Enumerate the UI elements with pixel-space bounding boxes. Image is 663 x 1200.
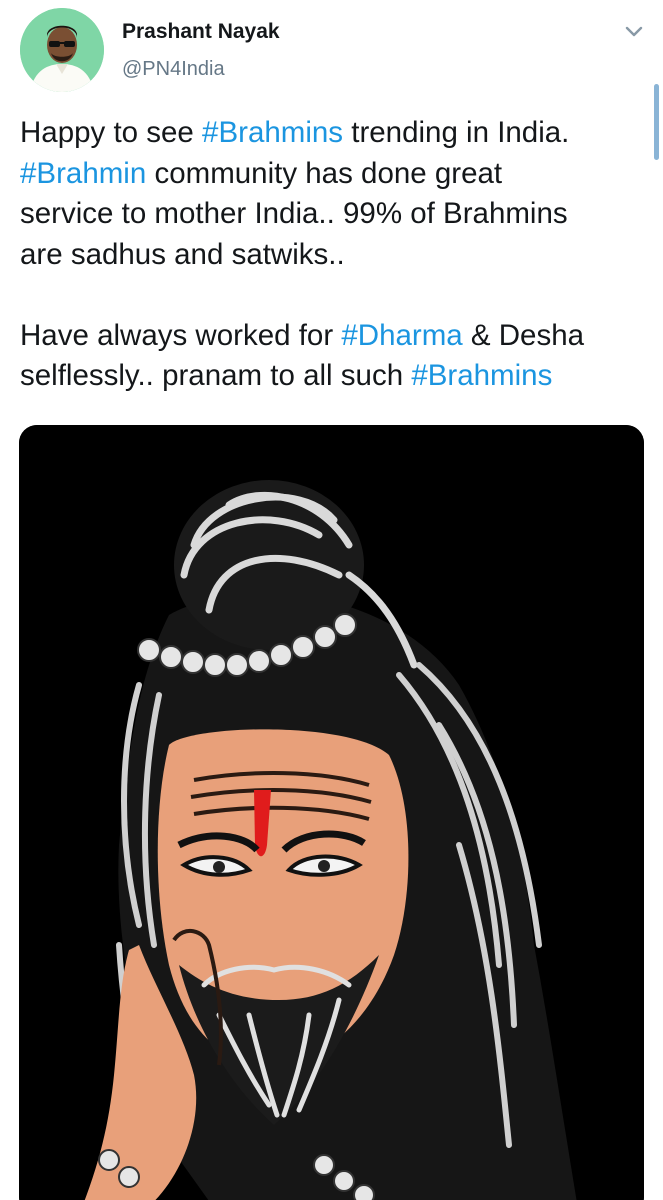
paragraph-break [20,275,648,316]
tweet-text-span: selflessly.. pranam to all such [20,359,412,392]
tweet-text: Happy to see #Brahmins trending in India… [20,113,648,397]
tweet-text-line: Have always worked for #Dharma & Desha [20,316,648,357]
hashtag-link[interactable]: #Brahmins [411,359,552,392]
chevron-down-icon [625,26,643,37]
tweet-text-span: trending in India. [343,116,570,149]
tweet-text-span: community has done great [146,156,503,190]
tweet-text-line: #Brahmin community has done great [20,154,648,195]
tweet-text-span: & Desha [462,318,585,352]
tweet-media-image[interactable] [19,425,644,1200]
tweet-text-line: service to mother India.. 99% of Brahmin… [20,194,648,235]
avatar-image [20,8,104,92]
tweet-text-line: selflessly.. pranam to all such #Brahmin… [20,356,648,397]
sadhu-illustration [19,425,644,1200]
author-name[interactable]: Prashant Nayak [122,20,280,44]
tweet-text-line: Happy to see #Brahmins trending in India… [20,113,648,154]
tweet: Prashant Nayak @PN4India Happy to see #B… [0,0,663,1200]
tweet-text-span: Have always worked for [20,318,342,352]
hashtag-link[interactable]: #Brahmins [202,116,343,149]
hashtag-link[interactable]: #Dharma [341,319,462,352]
tweet-text-line: are sadhus and satwiks.. [20,235,648,276]
hashtag-link[interactable]: #Brahmin [20,157,146,190]
scrollbar[interactable] [654,84,659,160]
tweet-menu-button[interactable] [620,20,648,44]
tweet-text-span: are sadhus and satwiks.. [20,237,345,271]
author-avatar[interactable] [20,8,104,92]
tweet-text-span: Happy to see [20,116,203,149]
author-handle[interactable]: @PN4India [122,58,225,81]
tweet-text-span: service to mother India.. 99% of Brahmin… [20,197,568,230]
